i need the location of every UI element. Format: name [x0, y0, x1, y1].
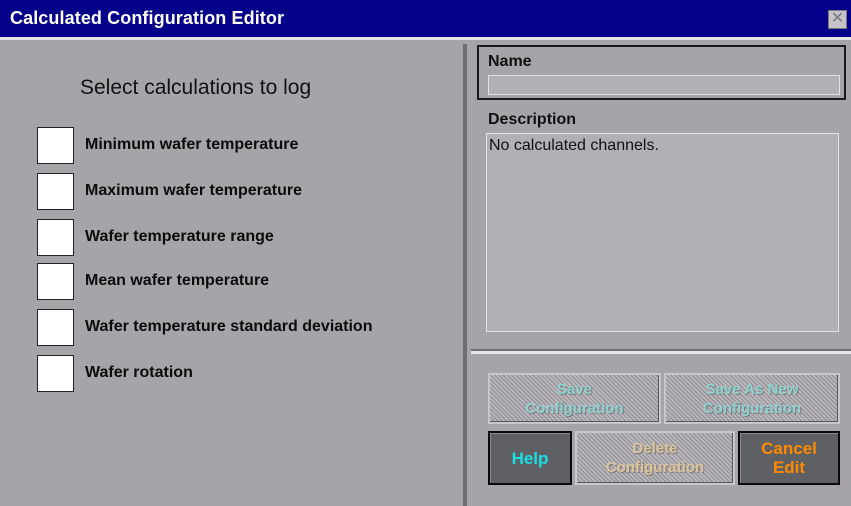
- checkbox-mean-wafer-temperature[interactable]: [37, 263, 74, 300]
- description-label: Description: [488, 111, 577, 128]
- title-bar-divider: [0, 37, 851, 40]
- save-as-new-configuration-button[interactable]: Save As New Configuration: [664, 373, 840, 424]
- calc-label: Wafer temperature standard deviation: [85, 318, 373, 335]
- calc-label: Mean wafer temperature: [85, 272, 270, 289]
- window-title: Calculated Configuration Editor: [10, 8, 285, 28]
- calc-label: Wafer rotation: [85, 364, 193, 381]
- save-as-new-button-line1: Save As New: [705, 380, 799, 398]
- name-group: Name: [477, 45, 846, 100]
- calc-row-mean-wafer-temperature: Mean wafer temperature: [37, 263, 457, 303]
- cancel-button-line1: Cancel: [761, 439, 817, 458]
- calc-row-wafer-rotation: Wafer rotation: [37, 355, 457, 395]
- name-input[interactable]: [488, 75, 840, 95]
- save-configuration-button[interactable]: Save Configuration: [488, 373, 661, 424]
- checkbox-wafer-rotation[interactable]: [37, 355, 74, 392]
- calc-row-wafer-temperature-range: Wafer temperature range: [37, 219, 457, 259]
- cancel-edit-button[interactable]: Cancel Edit: [738, 431, 840, 485]
- description-textarea[interactable]: No calculated channels.: [486, 133, 839, 332]
- calc-row-minimum-wafer-temperature: Minimum wafer temperature: [37, 127, 457, 167]
- delete-configuration-button[interactable]: Delete Configuration: [575, 431, 735, 485]
- configuration-details-panel: Name Description No calculated channels.…: [471, 44, 851, 506]
- calc-label: Minimum wafer temperature: [85, 136, 299, 153]
- save-button-line2: Configuration: [525, 399, 624, 417]
- delete-button-line2: Configuration: [605, 459, 705, 476]
- checkbox-wafer-temperature-range[interactable]: [37, 219, 74, 256]
- delete-button-line1: Delete: [632, 440, 678, 457]
- title-bar[interactable]: Calculated Configuration Editor ✕: [0, 0, 851, 37]
- close-button[interactable]: ✕: [828, 10, 847, 29]
- close-icon: ✕: [830, 10, 845, 27]
- calc-label: Wafer temperature range: [85, 228, 274, 245]
- help-button[interactable]: Help: [488, 431, 572, 485]
- save-as-new-button-line2: Configuration: [702, 399, 802, 417]
- cancel-button-line2: Edit: [772, 458, 806, 477]
- checkbox-minimum-wafer-temperature[interactable]: [37, 127, 74, 164]
- checkbox-maximum-wafer-temperature[interactable]: [37, 173, 74, 210]
- save-button-line1: Save: [556, 380, 593, 398]
- checkbox-wafer-temperature-standard-deviation[interactable]: [37, 309, 74, 346]
- calculated-configuration-editor-window: Calculated Configuration Editor ✕ Select…: [0, 0, 851, 506]
- calc-row-maximum-wafer-temperature: Maximum wafer temperature: [37, 173, 457, 213]
- help-button-label: Help: [511, 448, 549, 468]
- calculation-selection-heading: Select calculations to log: [80, 76, 312, 99]
- name-label: Name: [488, 53, 532, 70]
- calc-row-wafer-temperature-standard-deviation: Wafer temperature standard deviation: [37, 309, 457, 349]
- buttons-divider: [471, 349, 851, 354]
- calc-label: Maximum wafer temperature: [85, 182, 302, 199]
- calculation-selection-panel: Select calculations to log Minimum wafer…: [8, 44, 467, 506]
- description-text: No calculated channels.: [489, 137, 659, 154]
